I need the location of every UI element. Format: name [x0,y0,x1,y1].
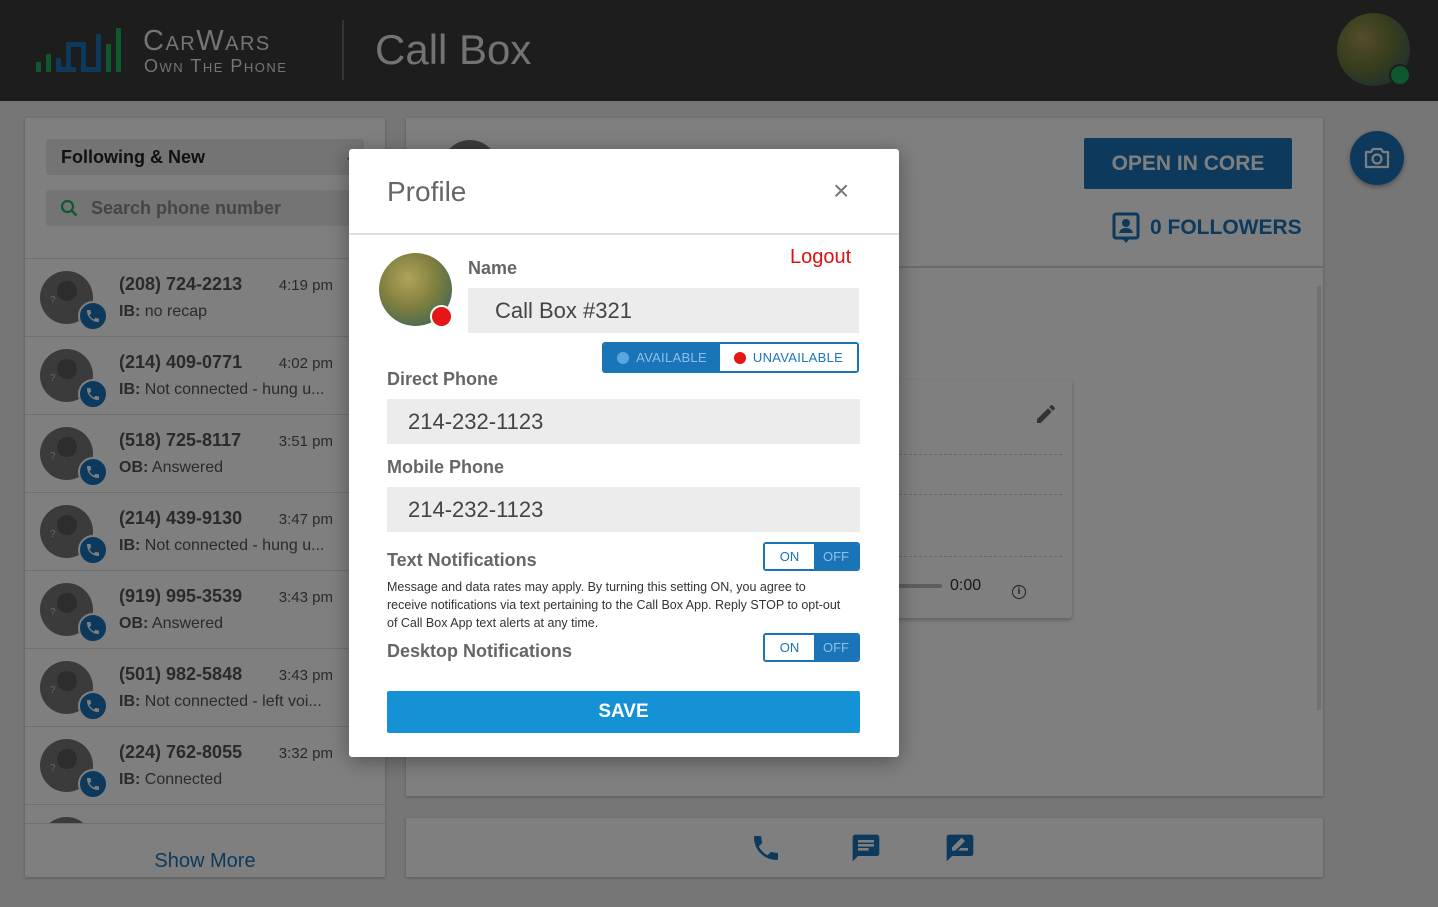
available-dot-icon [617,351,630,364]
text-notifications-toggle[interactable]: ON OFF [763,542,860,571]
name-label: Name [468,258,518,278]
toggle-off[interactable]: OFF [814,544,858,569]
save-button[interactable]: SAVE [387,691,860,733]
desktop-notifications-toggle[interactable]: ON OFF [763,633,860,662]
modal-title: Profile [387,176,467,207]
logout-link[interactable]: Logout [790,246,851,269]
direct-phone-field[interactable] [387,399,860,444]
mobile-phone-label: Mobile Phone [387,457,504,477]
desktop-notifications-label: Desktop Notifications [387,641,573,661]
close-icon[interactable]: × [833,177,849,205]
unavailable-dot-icon [733,351,746,364]
modal-divider [349,233,899,235]
unavailable-status-badge [430,305,453,328]
availability-toggle[interactable]: AVAILABLE UNAVAILABLE [602,342,859,373]
profile-modal: Profile × Logout Name AVAILABLE UNAVAILA… [349,149,899,757]
direct-phone-label: Direct Phone [387,369,499,389]
toggle-on[interactable]: ON [765,544,814,569]
mobile-phone-field[interactable] [387,487,860,532]
unavailable-label: UNAVAILABLE [752,350,844,365]
text-notifications-label: Text Notifications [387,550,537,570]
toggle-on[interactable]: ON [765,635,814,660]
sms-disclaimer: Message and data rates may apply. By tur… [387,580,841,630]
unavailable-option[interactable]: UNAVAILABLE [720,344,857,371]
available-option[interactable]: AVAILABLE [604,344,720,371]
name-field[interactable] [468,288,859,333]
toggle-off[interactable]: OFF [814,635,858,660]
available-label: AVAILABLE [636,350,707,365]
